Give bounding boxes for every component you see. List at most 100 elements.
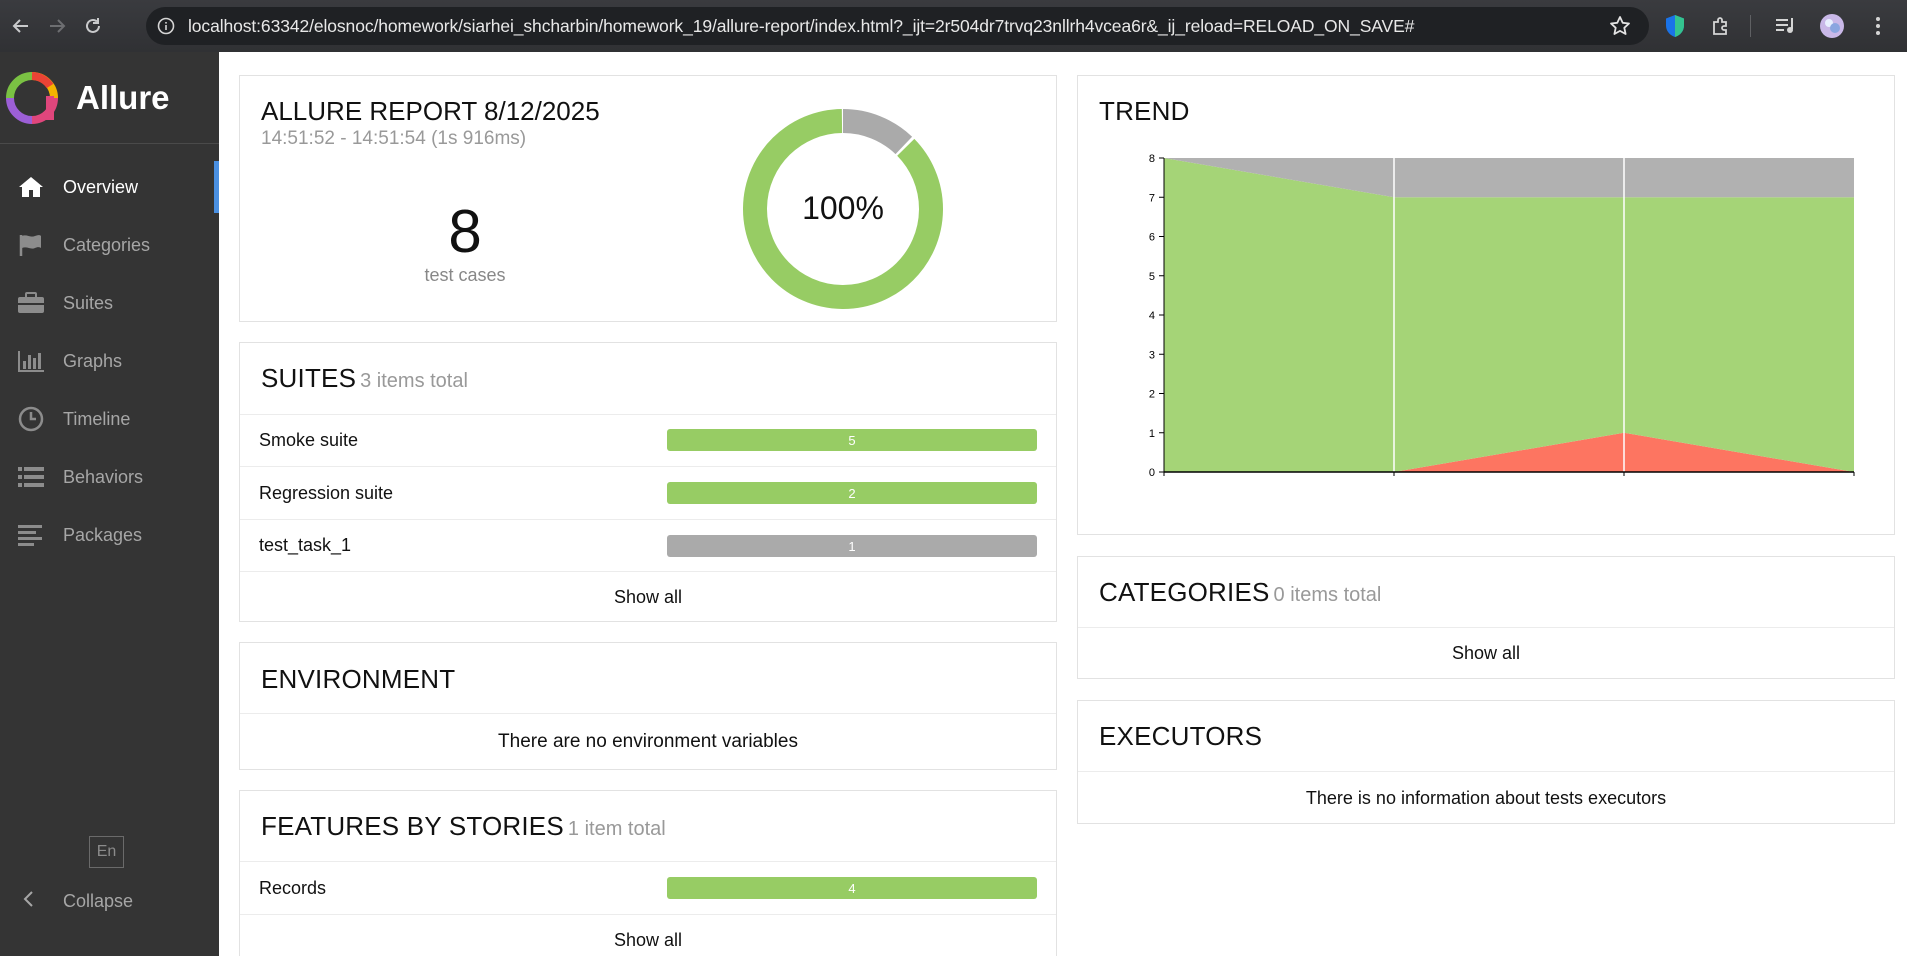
categories-title: CATEGORIES 0 items total [1099,577,1381,608]
suites-count: 3 items total [360,370,468,392]
collapse-label: Collapse [63,890,134,911]
suite-status-bar[interactable]: 5 [667,429,1037,451]
trend-area-chart[interactable]: 0 1 2 3 4 5 6 7 8 [1078,76,1896,476]
reload-button[interactable] [78,11,108,41]
trend-y-tick-label: 0 [1149,467,1155,476]
test-count: 8 [448,198,482,265]
environment-widget: ENVIRONMENT There are no environment var… [239,642,1057,770]
shield-extension-icon[interactable] [1658,9,1692,43]
features-title-text: FEATURES BY STORIES [261,811,564,841]
language-switcher[interactable]: En [89,836,124,868]
features-count: 1 item total [567,818,666,840]
feature-status-bar[interactable]: 4 [667,877,1037,899]
bookmark-star-icon[interactable] [1609,15,1631,42]
sidebar-item-label: Suites [63,292,114,313]
sidebar-item-label: Packages [63,524,143,545]
environment-message: There are no environment variables [498,731,798,752]
brand[interactable]: Allure [0,52,219,144]
trend-y-tick-label: 5 [1149,271,1155,283]
categories-title-text: CATEGORIES [1099,577,1270,607]
suite-row-regression[interactable]: Regression suite 2 [240,466,1056,519]
features-widget: FEATURES BY STORIES 1 item total Records … [239,790,1057,956]
show-all-label: Show all [613,587,683,607]
address-bar[interactable]: localhost:63342/elosnoc/homework/siarhei… [146,7,1649,45]
show-all-label: Show all [1451,643,1521,663]
suite-name: Smoke suite [259,430,359,450]
trend-y-tick-label: 3 [1149,349,1155,361]
sidebar-item-packages[interactable]: Packages [0,506,219,564]
media-queue-icon[interactable] [1769,9,1803,43]
trend-y-tick-label: 2 [1149,389,1155,401]
suite-name: test_task_1 [259,535,352,555]
suites-title: SUITES 3 items total [261,363,468,394]
list-icon [16,464,46,490]
report-time-range: 14:51:52 - 14:51:54 (1s 916ms) [261,128,527,149]
profile-avatar[interactable] [1815,9,1849,43]
allure-logo-icon [6,71,58,124]
sidebar-item-overview[interactable]: Overview [0,158,219,216]
executors-title: EXECUTORS [1099,721,1263,751]
sidebar-item-label: Timeline [63,408,131,429]
sidebar-item-label: Categories [63,234,151,255]
collapse-button[interactable]: Collapse [0,881,133,921]
bar-chart-icon [16,348,46,374]
sidebar: Allure Overview Categories Suites Graphs [0,52,219,956]
environment-message-row: There are no environment variables [240,713,1056,770]
briefcase-icon [16,290,46,316]
more-menu-icon[interactable] [1861,9,1895,43]
toolbar-separator [1750,15,1751,37]
align-left-icon [16,522,46,548]
site-info-icon[interactable] [153,13,179,39]
sidebar-menu: Overview Categories Suites Graphs Timeli… [0,158,219,564]
suite-status-bar[interactable]: 2 [667,482,1037,504]
environment-title: ENVIRONMENT [261,664,456,694]
extensions-puzzle-icon[interactable] [1704,9,1738,43]
sidebar-item-timeline[interactable]: Timeline [0,390,219,448]
suite-name: Regression suite [259,482,394,503]
chevron-left-icon [22,888,42,914]
trend-y-tick-label: 1 [1149,428,1155,440]
executors-message: There is no information about tests exec… [1305,787,1667,808]
arrow-left-icon [12,19,28,33]
trend-widget: TREND 012345678 [1077,75,1895,535]
sidebar-item-label: Overview [63,176,139,197]
trend-y-tick-label: 6 [1149,232,1155,244]
categories-show-all[interactable]: Show all [1078,627,1894,679]
categories-widget: CATEGORIES 0 items total Show all [1077,556,1895,679]
sidebar-item-label: Graphs [63,350,123,371]
sidebar-item-suites[interactable]: Suites [0,274,219,332]
features-title: FEATURES BY STORIES 1 item total [261,811,666,842]
sidebar-item-label: Behaviors [63,466,144,487]
browser-toolbar: localhost:63342/elosnoc/homework/siarhei… [0,0,1907,52]
executors-message-row: There is no information about tests exec… [1078,771,1894,824]
trend-area-passed[interactable] [1164,158,1854,472]
suite-status-bar[interactable]: 1 [667,535,1037,557]
suites-widget: SUITES 3 items total Smoke suite 5 Regres… [239,342,1057,622]
executors-widget: EXECUTORS There is no information about … [1077,700,1895,824]
sidebar-item-categories[interactable]: Categories [0,216,219,274]
pass-percentage: 100% [802,190,884,226]
arrow-right-icon [50,19,66,33]
test-count-label: test cases [424,265,506,285]
forward-button[interactable] [42,11,72,41]
sidebar-item-graphs[interactable]: Graphs [0,332,219,390]
suites-show-all[interactable]: Show all [240,571,1056,623]
feature-row-records[interactable]: Records 4 [240,861,1056,914]
back-button[interactable] [6,11,36,41]
suite-row-smoke[interactable]: Smoke suite 5 [240,414,1056,466]
sidebar-item-behaviors[interactable]: Behaviors [0,448,219,506]
url-text: localhost:63342/elosnoc/homework/siarhei… [188,15,1415,36]
show-all-label: Show all [613,930,683,950]
suites-title-text: SUITES [261,363,357,393]
categories-count: 0 items total [1273,584,1382,606]
clock-icon [16,406,46,432]
reload-icon [86,18,100,33]
report-title: ALLURE REPORT 8/12/2025 [261,96,600,126]
trend-y-tick-label: 4 [1149,310,1155,322]
features-show-all[interactable]: Show all [240,914,1056,956]
suite-row-test-task-1[interactable]: test_task_1 1 [240,519,1056,571]
trend-y-tick-label: 7 [1149,192,1155,204]
feature-name: Records [259,877,327,898]
home-icon [16,174,46,200]
summary-widget: ALLURE REPORT 8/12/2025 14:51:52 - 14:51… [239,75,1057,322]
